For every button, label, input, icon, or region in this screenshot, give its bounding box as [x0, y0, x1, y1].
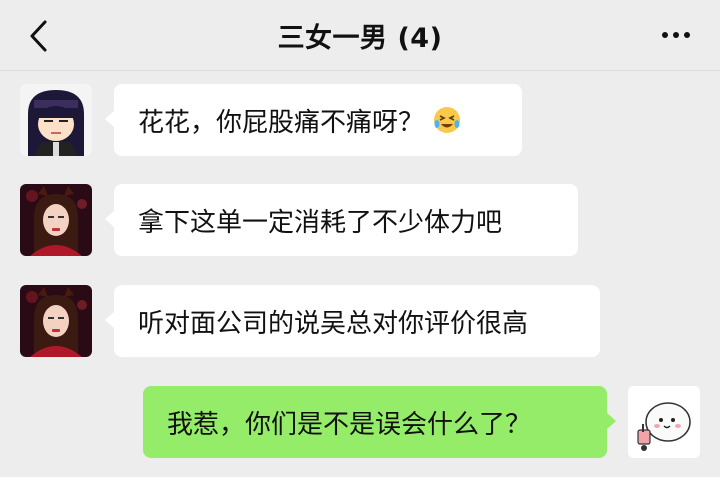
woman-photo-avatar[interactable]	[20, 285, 92, 357]
chat-title: 三女一男 (4)	[277, 22, 443, 54]
message-bubble[interactable]: 拿下这单一定消耗了不少体力吧	[105, 184, 578, 256]
more-dot	[684, 32, 690, 38]
laughing-tears-emoji	[434, 107, 461, 133]
message-text: 拿下这单一定消耗了不少体力吧	[138, 207, 503, 238]
message-bubble[interactable]: 花花，你屁股痛不痛呀？	[105, 84, 522, 156]
message-bubble[interactable]: 听对面公司的说吴总对你评价很高	[105, 285, 600, 357]
anime-girl-avatar[interactable]	[20, 84, 92, 156]
chat-header: 三女一男 (4)	[0, 0, 720, 71]
message-text: 花花，你屁股痛不痛呀？	[138, 107, 425, 138]
message-text: 我惹，你们是不是误会什么了？	[167, 409, 532, 440]
woman-photo-avatar[interactable]	[20, 184, 92, 256]
more-dots-icon	[662, 32, 668, 38]
more-options-button[interactable]	[654, 22, 698, 48]
cartoon-bun-avatar[interactable]	[628, 386, 700, 458]
more-dot	[673, 32, 679, 38]
message-text: 听对面公司的说吴总对你评价很高	[138, 308, 529, 339]
message-bubble[interactable]: 我惹，你们是不是误会什么了？	[143, 386, 616, 458]
